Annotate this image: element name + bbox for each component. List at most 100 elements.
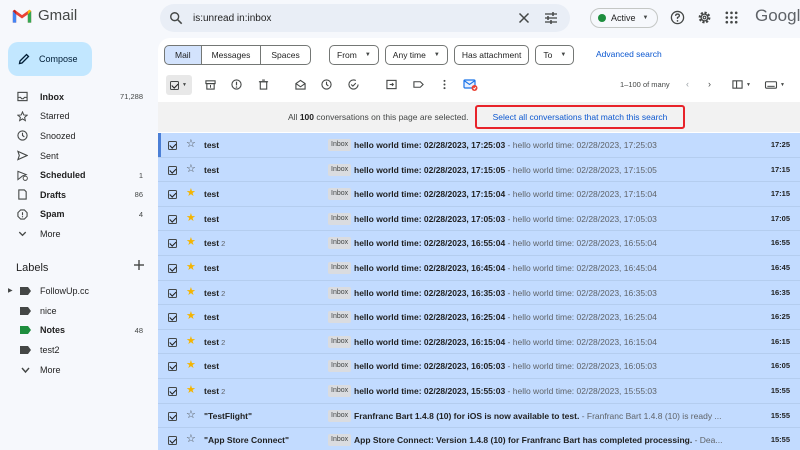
star-icon[interactable]: ☆ (186, 409, 196, 422)
table-row[interactable]: ★ test Inbox hello world time: 02/28/2023, … (158, 305, 800, 330)
help-icon[interactable] (670, 10, 685, 25)
followup-extension-icon[interactable] (463, 77, 478, 92)
table-row[interactable]: ☆ "TestFlight" Inbox Franfranc Bart 1.4.8 (… (158, 403, 800, 429)
move-to-icon[interactable] (386, 79, 397, 90)
sidebar-item-snoozed[interactable]: Snoozed (0, 126, 150, 146)
sidebar-item-scheduled[interactable]: Scheduled 1 (0, 165, 150, 185)
select-all-checkbox[interactable] (170, 80, 179, 90)
row-checkbox[interactable] (168, 141, 177, 150)
add-label-icon[interactable] (133, 259, 145, 271)
filter-any-time[interactable]: Any time ▼ (384, 45, 448, 65)
close-icon[interactable] (518, 12, 530, 24)
star-icon[interactable]: ★ (186, 310, 196, 323)
inbox-label-badge[interactable]: Inbox (328, 188, 352, 201)
star-icon[interactable]: ★ (186, 286, 196, 299)
star-icon[interactable]: ★ (186, 236, 196, 249)
chevron-down-icon[interactable]: ▼ (780, 82, 785, 88)
row-checkbox[interactable] (168, 337, 177, 347)
sidebar-item-sent[interactable]: Sent (0, 146, 150, 166)
filter-from[interactable]: From ▼ (329, 45, 379, 65)
google-account-logo[interactable]: Google (755, 6, 800, 26)
table-row[interactable]: ★ test 2 Inbox hello world time: 02/28/2023,… (158, 378, 800, 404)
tab-mail[interactable]: Mail (164, 45, 202, 65)
row-checkbox[interactable] (168, 313, 177, 323)
tab-spaces[interactable]: Spaces (261, 45, 311, 65)
sidebar-item-drafts[interactable]: Drafts 86 (0, 185, 150, 205)
table-row[interactable]: ★ test Inbox hello world time: 02/28/2023, … (158, 255, 800, 281)
star-icon[interactable]: ☆ (186, 138, 196, 151)
inbox-label-badge[interactable]: Inbox (328, 139, 352, 151)
inbox-label-badge[interactable]: Inbox (328, 409, 352, 422)
inbox-label-badge[interactable]: Inbox (328, 261, 352, 274)
label-item-followup-cc[interactable]: ▶ FollowUp.cc (0, 281, 150, 301)
table-row[interactable]: ☆ test Inbox hello world time: 02/28/2023, … (158, 133, 800, 158)
row-checkbox[interactable] (168, 214, 177, 224)
row-checkbox[interactable] (168, 165, 177, 175)
filter-has-attachment[interactable]: Has attachment (453, 45, 530, 65)
star-icon[interactable]: ☆ (186, 163, 196, 176)
table-row[interactable]: ★ test 2 Inbox hello world time: 02/28/2023,… (158, 231, 800, 256)
status-dropdown[interactable]: Active ▼ (590, 8, 658, 28)
sidebar-item-more[interactable]: More (0, 224, 150, 244)
table-row[interactable]: ★ test Inbox hello world time: 02/28/2023, … (158, 182, 800, 207)
star-icon[interactable]: ★ (186, 359, 196, 372)
search-input[interactable] (193, 12, 523, 24)
sidebar-item-inbox[interactable]: Inbox 71,288 (0, 87, 150, 107)
more-vert-icon[interactable] (439, 79, 450, 90)
search-bar[interactable] (160, 4, 570, 32)
inbox-label-badge[interactable]: Inbox (328, 163, 352, 176)
inbox-label-badge[interactable]: Inbox (328, 360, 352, 373)
sidebar-item-starred[interactable]: Starred (0, 107, 150, 127)
filter-to[interactable]: To ▼ (535, 45, 575, 65)
label-icon[interactable] (413, 79, 424, 90)
table-row[interactable]: ★ test Inbox hello world time: 02/28/2023, … (158, 354, 800, 379)
row-checkbox[interactable] (168, 190, 177, 200)
archive-icon[interactable] (205, 79, 216, 90)
input-tools-icon[interactable] (764, 79, 778, 90)
inbox-label-badge[interactable]: Inbox (328, 384, 352, 397)
trash-icon[interactable] (258, 79, 269, 90)
row-checkbox[interactable] (168, 411, 177, 421)
star-icon[interactable]: ★ (186, 187, 196, 200)
inbox-label-badge[interactable]: Inbox (328, 311, 352, 324)
chevron-right-icon[interactable]: › (708, 79, 711, 89)
row-checkbox[interactable] (168, 288, 177, 298)
star-icon[interactable]: ★ (186, 261, 196, 274)
table-row[interactable]: ☆ test Inbox hello world time: 02/28/2023, … (158, 157, 800, 183)
row-checkbox[interactable] (168, 362, 177, 372)
split-pane-icon[interactable] (732, 79, 743, 90)
star-icon[interactable]: ★ (186, 212, 196, 225)
table-row[interactable]: ☆ "App Store Connect" Inbox App Store Conne… (158, 428, 800, 450)
add-task-icon[interactable] (348, 79, 359, 90)
inbox-label-badge[interactable]: Inbox (328, 212, 352, 225)
sidebar-item-spam[interactable]: Spam 4 (0, 205, 150, 225)
mark-read-icon[interactable] (295, 79, 306, 90)
table-row[interactable]: ★ test 2 Inbox hello world time: 02/28/2023,… (158, 329, 800, 355)
report-spam-icon[interactable] (231, 79, 242, 90)
row-checkbox[interactable] (168, 239, 177, 249)
inbox-label-badge[interactable]: Inbox (328, 286, 352, 299)
star-icon[interactable]: ★ (186, 384, 196, 397)
star-icon[interactable]: ★ (186, 335, 196, 348)
inbox-label-badge[interactable]: Inbox (328, 434, 352, 447)
gmail-logo[interactable]: Gmail (12, 7, 77, 24)
chevron-down-icon[interactable]: ▼ (746, 82, 751, 88)
inbox-label-badge[interactable]: Inbox (328, 237, 352, 250)
label-item-notes[interactable]: Notes 48 (0, 321, 150, 341)
inbox-label-badge[interactable]: Inbox (328, 335, 352, 348)
row-checkbox[interactable] (168, 263, 177, 273)
label-item-test2[interactable]: test2 (0, 340, 150, 360)
chevron-down-icon[interactable]: ▼ (182, 82, 187, 88)
star-icon[interactable]: ☆ (186, 433, 196, 446)
search-icon[interactable] (169, 11, 183, 25)
label-item-nice[interactable]: nice (0, 301, 150, 321)
advanced-search-link[interactable]: Advanced search (596, 49, 662, 59)
select-all-matching-link[interactable]: Select all conversations that match this… (475, 105, 685, 129)
apps-grid-icon[interactable] (724, 10, 739, 25)
search-options-icon[interactable] (544, 11, 558, 25)
compose-button[interactable]: Compose (8, 42, 92, 76)
snooze-icon[interactable] (321, 79, 332, 90)
select-all-dropdown[interactable]: ▼ (166, 75, 192, 95)
label-item-more[interactable]: More (0, 360, 150, 380)
row-checkbox[interactable] (168, 386, 177, 396)
